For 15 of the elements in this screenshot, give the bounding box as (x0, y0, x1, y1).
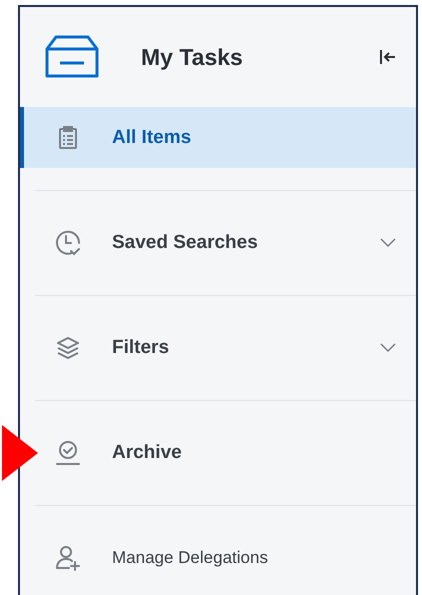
nav-item[interactable]: Filters (20, 296, 416, 400)
nav-item[interactable]: Saved Searches (20, 191, 416, 295)
inbox-tray-icon (45, 35, 99, 79)
clock-icon (55, 229, 81, 257)
add-person-icon (55, 545, 81, 571)
check-circle-icon (55, 440, 81, 466)
panel-title: My Tasks (141, 44, 244, 70)
collapse-icon[interactable] (380, 50, 396, 64)
nav-item[interactable]: All Items (20, 107, 416, 168)
chevron-down-icon[interactable] (380, 238, 396, 248)
nav-item[interactable]: Archive (20, 401, 416, 505)
nav-item[interactable]: Manage Delegations (20, 506, 416, 595)
clipboard-icon (58, 126, 78, 150)
chevron-down-icon[interactable] (380, 343, 396, 353)
layers-icon (56, 337, 80, 359)
